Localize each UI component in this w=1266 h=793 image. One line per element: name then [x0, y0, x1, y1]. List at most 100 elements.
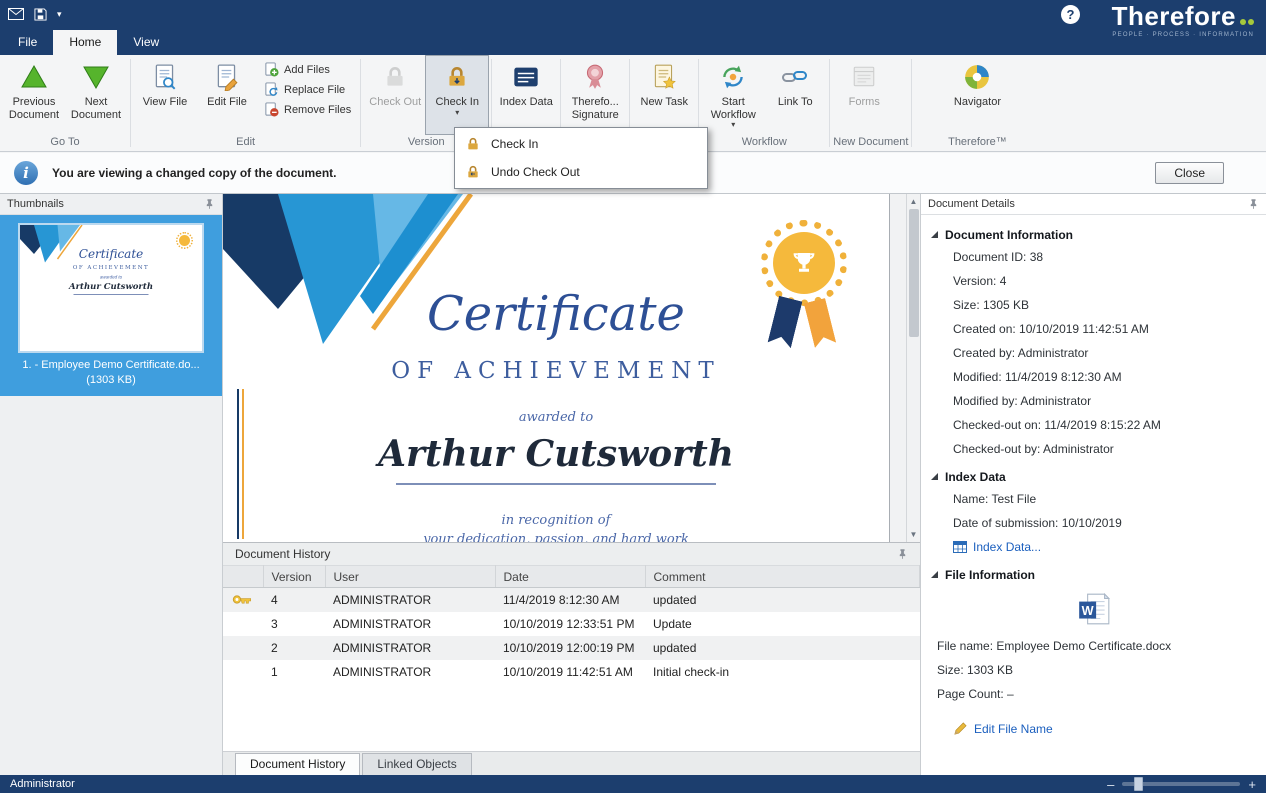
scroll-down-icon[interactable]: ▼: [907, 527, 920, 542]
history-row[interactable]: 2 ADMINISTRATOR 10/10/2019 12:00:19 PM u…: [223, 636, 920, 660]
add-files-button[interactable]: Add Files: [264, 62, 351, 77]
history-col-icon[interactable]: [223, 566, 263, 588]
mail-icon[interactable]: [8, 8, 24, 20]
document-viewer-panel: Certificate OF ACHIEVEMENT awarded to Ar…: [223, 194, 921, 775]
undo-check-out-menu-icon: [465, 164, 481, 180]
zoom-slider[interactable]: [1122, 782, 1240, 786]
check-in-label: Check In: [436, 96, 479, 109]
current-version-key-icon: [223, 588, 263, 612]
save-icon[interactable]: [34, 8, 47, 21]
therefore-signature-button[interactable]: Therefo... Signature: [564, 56, 626, 134]
history-row[interactable]: 1 ADMINISTRATOR 10/10/2019 11:42:51 AM I…: [223, 660, 920, 684]
document-history-panel: Document History Version User Date Comme…: [223, 542, 920, 775]
thumbnail-caption-line2: (1303 KB): [0, 373, 222, 388]
link-to-button[interactable]: Link To: [764, 56, 826, 134]
vertical-scrollbar[interactable]: ▲ ▼: [906, 194, 920, 542]
tab-home[interactable]: Home: [53, 30, 117, 55]
next-document-icon: [80, 61, 112, 93]
edit-file-button[interactable]: Edit File: [196, 56, 258, 134]
start-workflow-button[interactable]: Start Workflow ▾: [702, 56, 764, 134]
zoom-control: – +: [1107, 778, 1256, 791]
index-data-link-label: Index Data...: [973, 540, 1041, 554]
word-file-icon[interactable]: W: [931, 585, 1256, 634]
tab-linked-objects[interactable]: Linked Objects: [362, 753, 471, 775]
section-index-data[interactable]: Index Data: [931, 470, 1256, 484]
document-details-body: Document Information Document ID: 38 Ver…: [921, 215, 1266, 745]
thumbnail-item-selected[interactable]: Certificate OF ACHIEVEMENT awarded to Ar…: [0, 215, 222, 396]
ribbon-group-workflow: Start Workflow ▾ Link To Workflow: [699, 55, 829, 151]
document-details-panel: Document Details Document Information Do…: [921, 194, 1266, 775]
start-workflow-icon: [717, 61, 749, 93]
expander-icon: [931, 571, 938, 578]
check-in-caret-icon[interactable]: ▾: [455, 109, 459, 117]
ribbon-group-goto: Previous Document Next Document Go To: [0, 55, 130, 151]
check-in-button[interactable]: Check In ▾: [426, 56, 488, 134]
thumbnail-caption: 1. - Employee Demo Certificate.do... (13…: [0, 358, 222, 388]
detail-checked-out-by: Checked-out by: Administrator: [931, 437, 1256, 461]
menu-item-undo-check-out[interactable]: Undo Check Out: [455, 158, 707, 186]
new-task-button[interactable]: New Task: [633, 56, 695, 134]
start-workflow-caret-icon[interactable]: ▾: [731, 121, 735, 129]
scroll-up-icon[interactable]: ▲: [907, 194, 920, 209]
remove-files-button[interactable]: Remove Files: [264, 102, 351, 117]
pin-icon[interactable]: [204, 198, 215, 210]
thumb-cert-name: Arthur Cutsworth: [20, 282, 202, 292]
navigator-button[interactable]: Navigator: [946, 56, 1008, 134]
history-col-user[interactable]: User: [325, 566, 495, 588]
history-empty-area: [223, 684, 920, 752]
pin-icon[interactable]: [897, 548, 908, 560]
index-data-grid-icon: [953, 541, 967, 553]
zoom-out-button[interactable]: –: [1107, 778, 1114, 791]
forms-icon: [848, 61, 880, 93]
help-icon[interactable]: ?: [1061, 5, 1080, 24]
detail-file-name: File name: Employee Demo Certificate.doc…: [931, 634, 1256, 658]
detail-checked-out-on: Checked-out on: 11/4/2019 8:15:22 AM: [931, 413, 1256, 437]
edit-file-icon: [211, 61, 243, 93]
history-row[interactable]: 4 ADMINISTRATOR 11/4/2019 8:12:30 AM upd…: [223, 588, 920, 612]
view-file-button[interactable]: View File: [134, 56, 196, 134]
status-bar: Administrator – +: [0, 775, 1266, 793]
next-document-button[interactable]: Next Document: [65, 56, 127, 134]
logo-dots: [1238, 12, 1254, 30]
close-info-button[interactable]: Close: [1155, 162, 1224, 184]
qat-dropdown-caret-icon[interactable]: ▾: [57, 9, 62, 20]
previous-document-button[interactable]: Previous Document: [3, 56, 65, 134]
link-to-icon: [779, 61, 811, 93]
tab-document-history[interactable]: Document History: [235, 753, 360, 775]
thumbnail-preview: Certificate OF ACHIEVEMENT awarded to Ar…: [20, 225, 202, 351]
history-col-version[interactable]: Version: [263, 566, 325, 588]
certificate-recognition-2: your dedication, passion, and hard work: [223, 532, 889, 542]
group-label-edit: Edit: [134, 134, 357, 151]
zoom-in-button[interactable]: +: [1248, 778, 1256, 791]
start-workflow-label: Start Workflow: [702, 96, 764, 121]
replace-file-button[interactable]: Replace File: [264, 82, 351, 97]
history-row[interactable]: 3 ADMINISTRATOR 10/10/2019 12:33:51 PM U…: [223, 612, 920, 636]
menu-item-check-in[interactable]: Check In: [455, 130, 707, 158]
index-data-link[interactable]: Index Data...: [931, 535, 1256, 559]
certificate-recognition-1: in recognition of: [223, 513, 889, 528]
check-out-button: Check Out: [364, 56, 426, 134]
title-bar: ▾ ? Therefore PEOPLE · PROCESS · INFORMA…: [0, 0, 1266, 28]
section-document-information[interactable]: Document Information: [931, 228, 1256, 242]
signature-label: Therefo... Signature: [564, 96, 626, 121]
menu-item-label: Check In: [491, 137, 538, 151]
index-data-button[interactable]: Index Data: [495, 56, 557, 134]
thumbnail-caption-line1: 1. - Employee Demo Certificate.do...: [0, 358, 222, 373]
check-out-icon: [379, 61, 411, 93]
zoom-slider-thumb[interactable]: [1134, 777, 1143, 791]
tab-view[interactable]: View: [117, 30, 175, 55]
ribbon-group-therefore: Navigator Therefore™: [912, 55, 1011, 151]
edit-file-name-link[interactable]: Edit File Name: [931, 716, 1256, 741]
history-col-date[interactable]: Date: [495, 566, 645, 588]
pin-icon[interactable]: [1248, 198, 1259, 210]
remove-files-label: Remove Files: [284, 104, 351, 116]
history-table: Version User Date Comment 4 ADMINISTRATO…: [223, 565, 920, 684]
menu-item-label: Undo Check Out: [491, 165, 580, 179]
tab-file[interactable]: File: [2, 30, 53, 55]
scrollbar-thumb[interactable]: [909, 209, 919, 337]
thumbnails-panel: Thumbnails: [0, 194, 223, 775]
document-page: Certificate OF ACHIEVEMENT awarded to Ar…: [223, 194, 890, 542]
section-file-information[interactable]: File Information: [931, 568, 1256, 582]
detail-date-of-submission: Date of submission: 10/10/2019: [931, 511, 1256, 535]
history-col-comment[interactable]: Comment: [645, 566, 920, 588]
